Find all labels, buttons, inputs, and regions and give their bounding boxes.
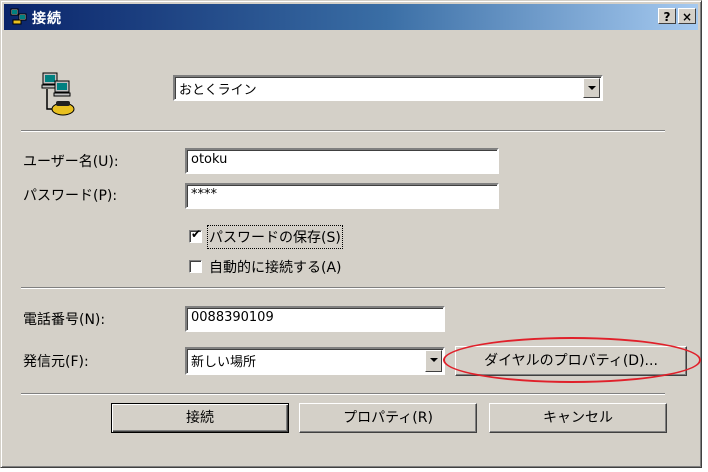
check-icon: ✔ xyxy=(191,227,202,241)
highlight-ring xyxy=(443,337,701,383)
dial-from-value: 新しい場所 xyxy=(191,355,257,370)
separator xyxy=(21,130,665,132)
username-field[interactable]: otoku xyxy=(185,148,499,174)
dial-from-label: 発信元(F): xyxy=(23,354,89,370)
separator xyxy=(21,393,665,395)
phone-label: 電話番号(N): xyxy=(23,312,106,328)
chevron-down-icon[interactable] xyxy=(583,78,600,98)
connect-button[interactable]: 接続 xyxy=(111,403,289,433)
dialup-connection-icon xyxy=(41,72,75,116)
properties-button[interactable]: プロパティ(R) xyxy=(299,403,477,433)
separator xyxy=(21,287,665,289)
cancel-button[interactable]: キャンセル xyxy=(489,403,667,433)
save-password-checkbox[interactable]: ✔ xyxy=(189,227,202,243)
connection-select-value: おとくライン xyxy=(179,83,257,98)
help-button[interactable]: ? xyxy=(658,8,676,24)
password-field[interactable]: **** xyxy=(185,183,499,209)
connect-dialog: 接続 ? × おとくライン ユーザー名(U): otoku パスワード(P): … xyxy=(0,0,702,468)
dial-from-select[interactable]: 新しい場所 xyxy=(185,347,445,375)
phone-number-value: 0088390109 xyxy=(191,310,274,325)
title-bar[interactable]: 接続 ? × xyxy=(4,4,698,30)
username-label: ユーザー名(U): xyxy=(23,154,119,170)
window-title: 接続 xyxy=(32,11,62,27)
network-computers-icon xyxy=(10,8,27,25)
password-label: パスワード(P): xyxy=(23,188,118,204)
auto-connect-checkbox[interactable] xyxy=(189,260,202,273)
save-password-label[interactable]: パスワードの保存(S) xyxy=(207,225,343,249)
chevron-down-icon[interactable] xyxy=(425,350,442,372)
phone-number-field[interactable]: 0088390109 xyxy=(185,306,445,332)
auto-connect-label[interactable]: 自動的に接続する(A) xyxy=(209,257,342,277)
close-button[interactable]: × xyxy=(678,8,696,24)
username-value: otoku xyxy=(191,152,228,167)
connection-select[interactable]: おとくライン xyxy=(173,75,603,101)
password-value: **** xyxy=(191,187,217,202)
